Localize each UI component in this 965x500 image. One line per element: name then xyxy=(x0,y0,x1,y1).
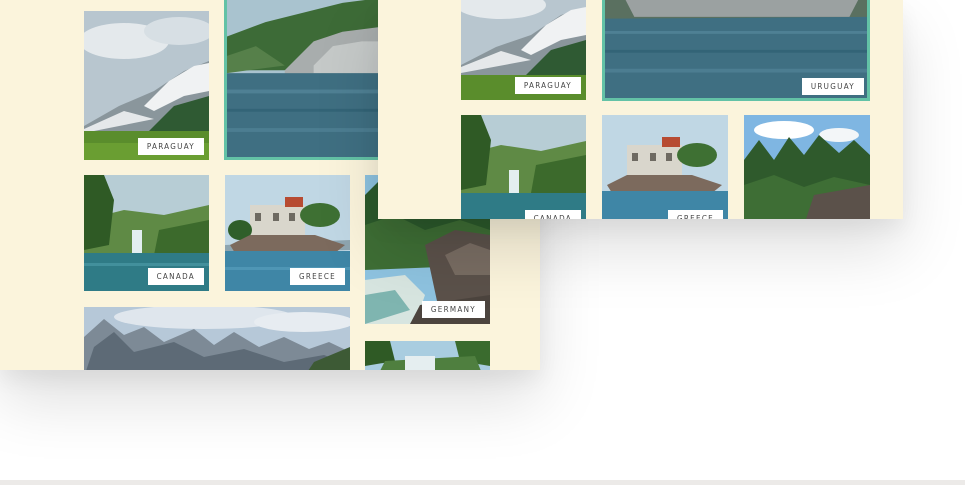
gallery-item-uruguay[interactable] xyxy=(224,0,384,160)
location-tag: CANADA xyxy=(524,210,581,219)
gallery-item-mountain-range[interactable] xyxy=(84,307,350,370)
location-tag: PARAGUAY xyxy=(137,138,204,155)
location-tag: GERMANY xyxy=(421,301,485,318)
page-divider xyxy=(0,480,965,485)
mountain-range-photo xyxy=(84,307,350,370)
gallery-item-canada[interactable]: CANADA xyxy=(84,175,209,291)
waterfall-photo xyxy=(461,115,586,219)
lake-cliff-photo xyxy=(227,0,381,157)
location-tag: GREECE xyxy=(667,210,723,219)
gallery-item-canada[interactable]: CANADA xyxy=(461,115,586,219)
gallery-item-waterfall[interactable] xyxy=(365,341,490,370)
gallery-item-greece[interactable]: GREECE xyxy=(225,175,350,291)
fortress-photo xyxy=(602,115,728,219)
location-tag: GREECE xyxy=(289,268,345,285)
waterfall-photo xyxy=(365,341,490,370)
gallery-item-germany[interactable] xyxy=(744,115,870,219)
gallery-item-paraguay[interactable]: PARAGUAY xyxy=(84,11,209,160)
gallery-item-greece[interactable]: GREECE xyxy=(602,115,728,219)
front-gallery-panel: PARAGUAY URUGUAY CANADA GREECE xyxy=(378,0,903,219)
location-tag: PARAGUAY xyxy=(514,77,581,94)
location-tag: URUGUAY xyxy=(801,78,864,95)
gallery-item-uruguay[interactable]: URUGUAY xyxy=(602,0,870,101)
location-tag: CANADA xyxy=(147,268,204,285)
gallery-item-paraguay[interactable]: PARAGUAY xyxy=(461,0,586,100)
forest-photo xyxy=(744,115,870,219)
